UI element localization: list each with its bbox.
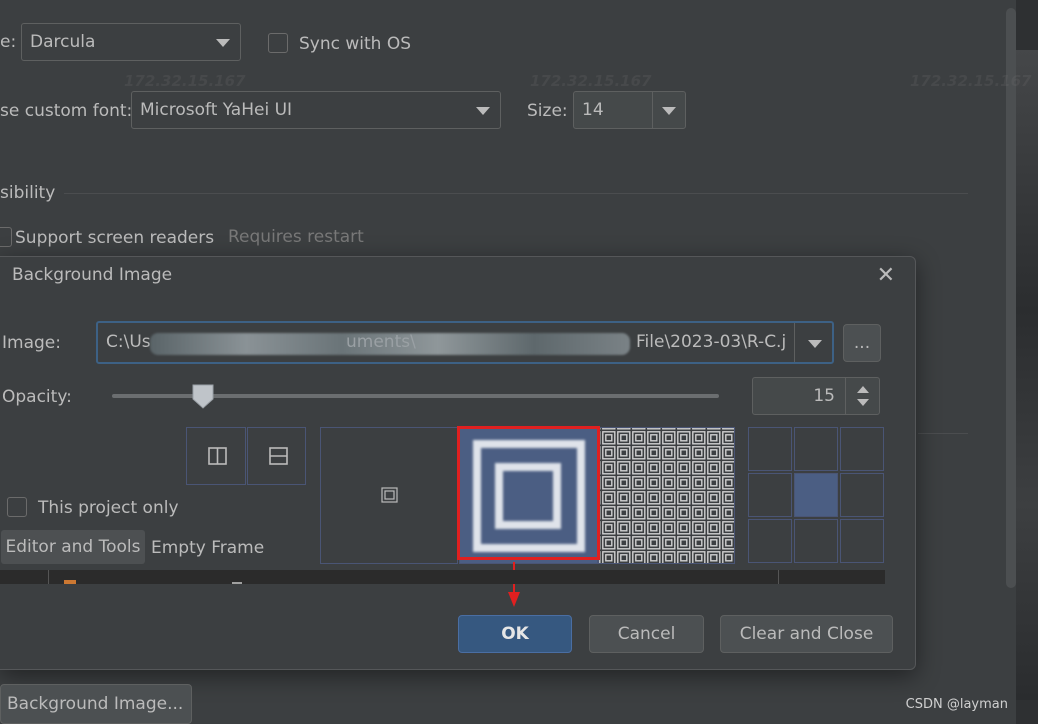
chevron-down-icon bbox=[808, 340, 822, 348]
font-combobox[interactable]: Microsoft YaHei UI bbox=[131, 91, 501, 129]
image-path-prefix: C:\Us bbox=[106, 332, 151, 352]
divider bbox=[794, 323, 795, 362]
anchor-middle-right[interactable] bbox=[840, 473, 884, 517]
watermark-text: 172.32.15.167 bbox=[530, 72, 652, 90]
opacity-spinner[interactable]: 15 bbox=[752, 377, 880, 415]
size-value: 14 bbox=[582, 100, 604, 120]
opacity-label: Opacity: bbox=[2, 387, 72, 407]
csdn-watermark: CSDN @layman bbox=[905, 697, 1008, 712]
tab-empty-frame[interactable]: Empty Frame bbox=[151, 538, 264, 558]
anchor-top-left[interactable] bbox=[748, 427, 792, 471]
preview-strip bbox=[0, 570, 885, 584]
cancel-button[interactable]: Cancel bbox=[589, 615, 704, 653]
fill-mode-plain[interactable] bbox=[320, 427, 458, 564]
accessibility-heading: sibility bbox=[0, 183, 56, 203]
vertical-scrollbar[interactable] bbox=[1006, 8, 1016, 588]
browse-button[interactable]: ... bbox=[843, 324, 881, 362]
preview-gutter bbox=[48, 570, 49, 584]
anchor-bottom-left[interactable] bbox=[748, 519, 792, 563]
opacity-value: 15 bbox=[813, 386, 835, 406]
chevron-down-icon bbox=[476, 107, 490, 115]
theme-combobox[interactable]: Darcula bbox=[21, 23, 241, 61]
image-path-combobox[interactable]: C:\Us uments\ File\2023-03\R-C.j bbox=[96, 321, 834, 364]
anchor-grid bbox=[748, 427, 886, 564]
anchor-bottom-center[interactable] bbox=[794, 519, 838, 563]
anchor-center[interactable] bbox=[794, 473, 838, 517]
watermark-text: 172.32.15.167 bbox=[124, 72, 246, 90]
opacity-slider-thumb[interactable] bbox=[191, 383, 215, 409]
flip-vertical-icon bbox=[269, 447, 288, 465]
flip-vertical-button[interactable] bbox=[247, 427, 306, 485]
size-label: Size: bbox=[527, 101, 568, 121]
preview-code-mark bbox=[64, 580, 76, 584]
image-label: Image: bbox=[2, 333, 61, 353]
dialog-title: Background Image bbox=[12, 265, 173, 285]
preview-code-mark bbox=[232, 582, 242, 584]
tile-pattern-icon bbox=[599, 428, 734, 563]
settings-separator bbox=[918, 433, 968, 434]
divider bbox=[845, 378, 846, 414]
preview-gutter bbox=[778, 570, 779, 584]
anchor-top-center[interactable] bbox=[794, 427, 838, 471]
anchor-middle-left[interactable] bbox=[748, 473, 792, 517]
arrow-down-annotation bbox=[508, 562, 520, 607]
font-value: Microsoft YaHei UI bbox=[140, 100, 293, 120]
theme-label: e: bbox=[0, 32, 17, 52]
fill-mode-tile[interactable] bbox=[598, 427, 735, 564]
clear-and-close-button[interactable]: Clear and Close bbox=[720, 615, 893, 653]
ok-button[interactable]: OK bbox=[458, 615, 572, 653]
chevron-down-icon bbox=[216, 39, 230, 47]
custom-font-label: se custom font: bbox=[0, 101, 133, 121]
spinner-arrows-icon[interactable] bbox=[853, 383, 873, 409]
chevron-down-icon bbox=[662, 107, 676, 115]
flip-horizontal-button[interactable] bbox=[186, 427, 246, 485]
theme-value: Darcula bbox=[30, 32, 96, 52]
anchor-top-right[interactable] bbox=[840, 427, 884, 471]
background-image-button[interactable]: Background Image... bbox=[0, 684, 192, 724]
accessibility-separator bbox=[64, 193, 968, 194]
project-only-label: This project only bbox=[38, 498, 179, 518]
requires-restart-note: Requires restart bbox=[228, 227, 364, 247]
screen-readers-label: Support screen readers bbox=[15, 228, 215, 248]
right-background-pane bbox=[1016, 0, 1038, 724]
tab-editor-and-tools[interactable]: Editor and Tools bbox=[1, 530, 145, 564]
flip-horizontal-icon bbox=[208, 447, 227, 465]
image-path-suffix: File\2023-03\R-C.j bbox=[636, 332, 787, 352]
close-icon[interactable]: ✕ bbox=[877, 263, 895, 288]
plain-pattern-icon bbox=[381, 487, 398, 503]
project-only-checkbox[interactable] bbox=[7, 497, 27, 517]
divider bbox=[652, 92, 653, 128]
screen-readers-checkbox[interactable] bbox=[0, 227, 12, 247]
anchor-bottom-right[interactable] bbox=[840, 519, 884, 563]
size-combobox[interactable]: 14 bbox=[573, 91, 686, 129]
image-path-middle: uments\ bbox=[346, 332, 416, 352]
sync-os-label: Sync with OS bbox=[299, 34, 412, 54]
sync-os-checkbox[interactable] bbox=[268, 33, 288, 53]
watermark-text: 172.32.15.167 bbox=[910, 72, 1032, 90]
selection-highlight bbox=[457, 426, 600, 560]
